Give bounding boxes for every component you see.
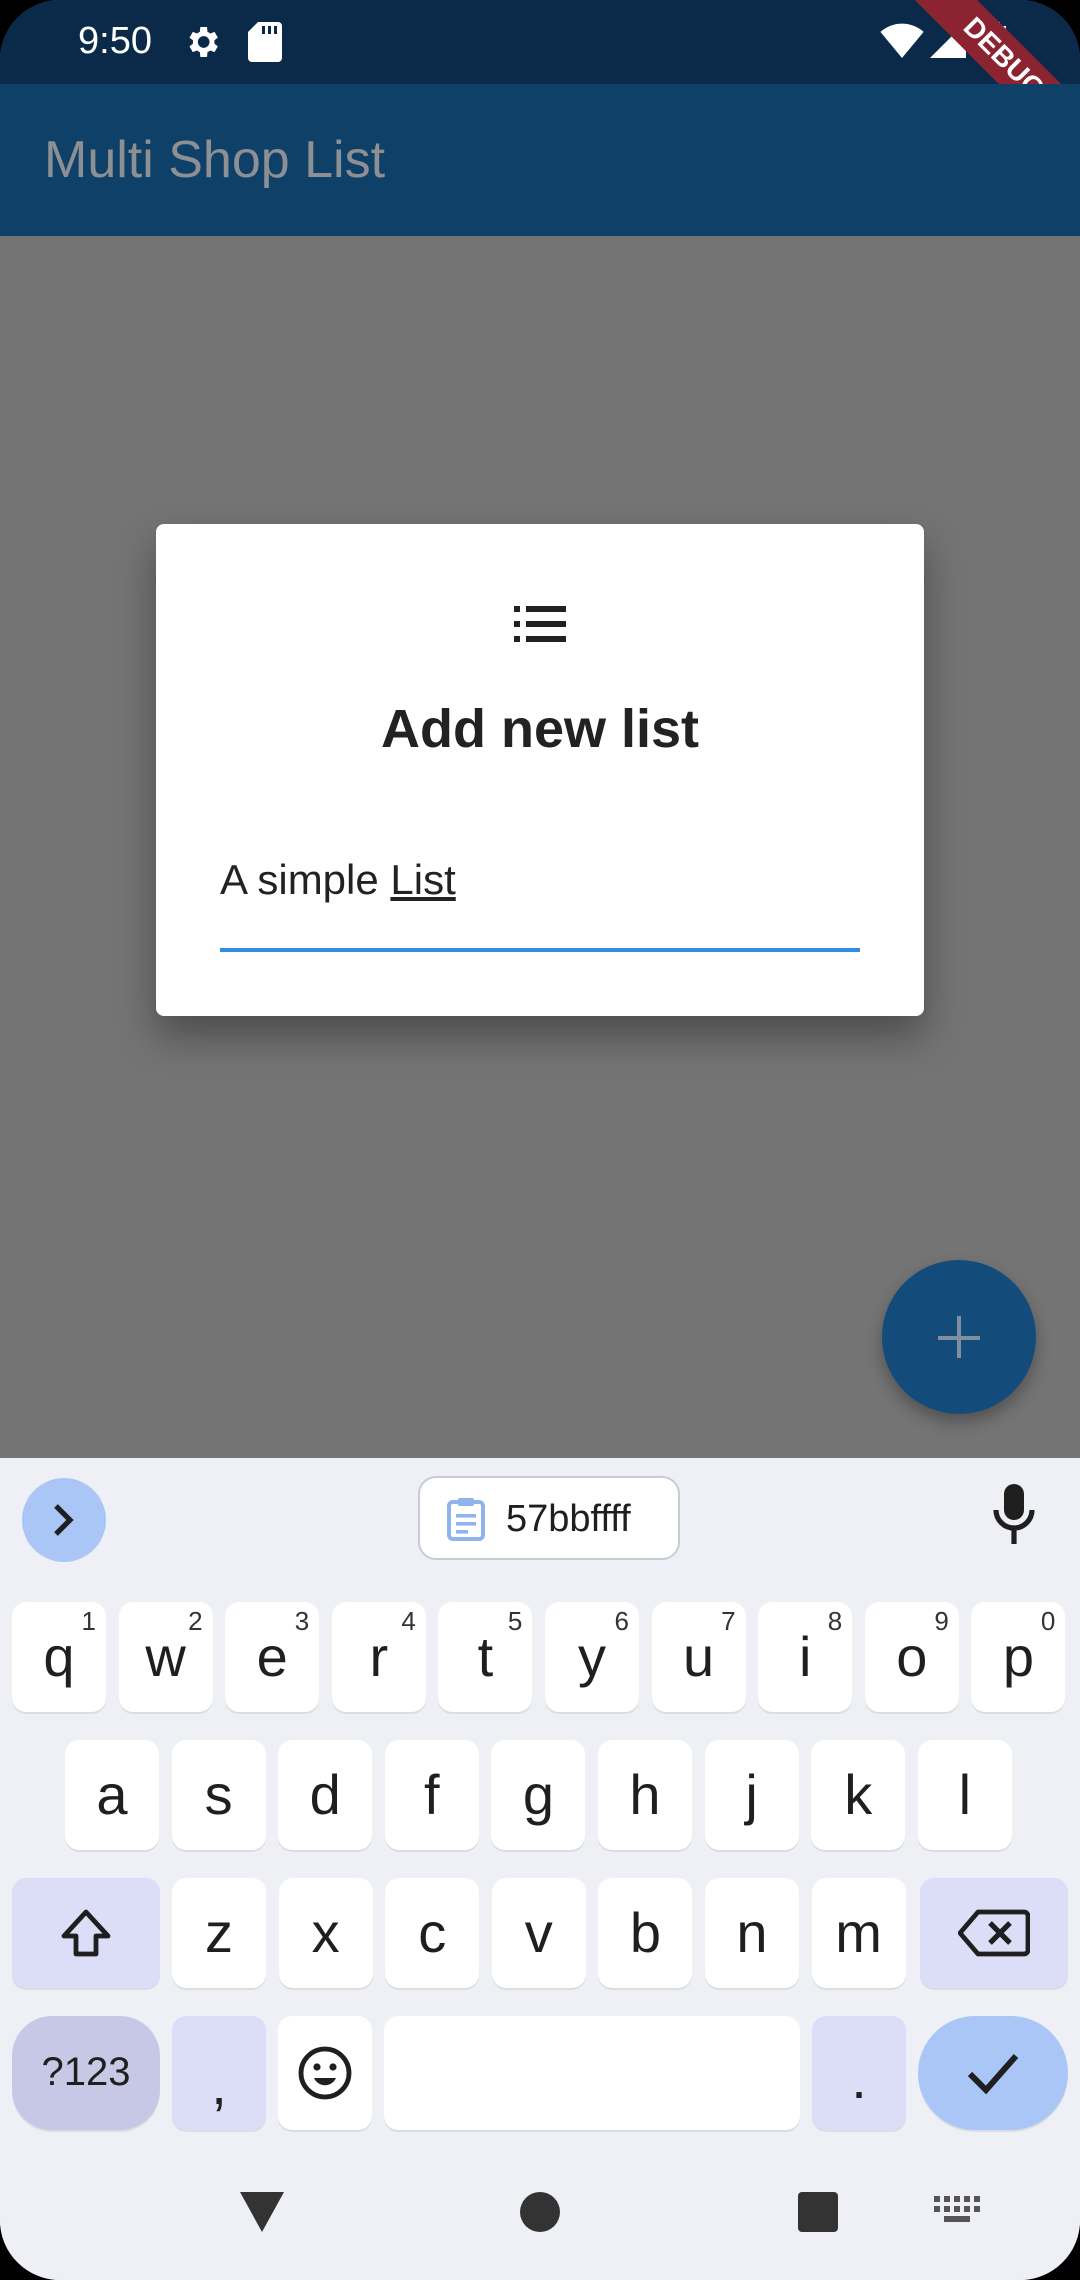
input-text-composing: List — [390, 856, 456, 903]
keyboard-expand-button[interactable] — [22, 1478, 106, 1562]
emoji-key[interactable] — [278, 2016, 372, 2130]
key-label: m — [835, 1901, 882, 1964]
key-h[interactable]: h — [598, 1740, 692, 1850]
key-label: g — [522, 1763, 554, 1826]
key-hint: 0 — [1040, 1606, 1056, 1636]
key-label: x — [311, 1901, 340, 1964]
key-e[interactable]: e3 — [225, 1602, 320, 1712]
shift-key[interactable] — [12, 1878, 160, 1988]
period-key-label: . — [851, 2047, 867, 2110]
clipboard-suggestion[interactable]: 57bbffff — [418, 1476, 680, 1560]
space-key[interactable] — [384, 2016, 800, 2130]
key-c[interactable]: c — [385, 1878, 480, 1988]
enter-key[interactable] — [918, 2016, 1068, 2130]
key-hint: 6 — [614, 1606, 629, 1636]
key-k[interactable]: k — [811, 1740, 906, 1850]
key-t[interactable]: t5 — [438, 1602, 533, 1712]
key-b[interactable]: b — [598, 1878, 693, 1988]
key-label: n — [736, 1901, 768, 1964]
key-l[interactable]: l — [917, 1740, 1012, 1850]
key-u[interactable]: u7 — [651, 1602, 746, 1712]
key-hint: 4 — [401, 1606, 416, 1636]
list-icon — [514, 606, 566, 642]
key-label: b — [629, 1901, 661, 1964]
key-g[interactable]: g — [491, 1740, 586, 1850]
add-list-fab[interactable] — [882, 1260, 1036, 1414]
add-list-dialog: Add new list A simple List — [156, 524, 924, 1016]
key-p[interactable]: p0 — [971, 1602, 1066, 1712]
key-r[interactable]: r4 — [331, 1602, 426, 1712]
back-icon[interactable] — [238, 2190, 286, 2234]
key-hint: 2 — [188, 1606, 203, 1636]
shift-icon — [61, 1909, 111, 1957]
key-label: j — [745, 1763, 758, 1826]
key-label: d — [309, 1763, 341, 1826]
key-label: f — [424, 1763, 440, 1826]
dialog-title: Add new list — [380, 699, 699, 759]
key-hint: 8 — [827, 1606, 843, 1636]
key-z[interactable]: z — [172, 1878, 266, 1988]
key-d[interactable]: d — [278, 1740, 373, 1850]
key-i[interactable]: i8 — [758, 1602, 853, 1712]
key-hint: 9 — [934, 1606, 949, 1636]
key-y[interactable]: y6 — [545, 1602, 639, 1712]
key-label: v — [524, 1901, 553, 1964]
key-q[interactable]: q1 — [12, 1602, 106, 1712]
key-label: k — [844, 1763, 873, 1826]
emoji-icon — [298, 2046, 352, 2100]
backspace-key[interactable] — [920, 1878, 1068, 1988]
keyboard-toolbar: 57bbffff — [0, 1458, 1080, 1578]
status-time: 9:50 — [78, 20, 152, 62]
screen: 9:50 DEBUG Multi Shop List Add new list … — [0, 0, 1080, 2280]
key-label: h — [629, 1763, 661, 1826]
key-hint: 7 — [721, 1606, 736, 1636]
home-icon[interactable] — [518, 2190, 562, 2234]
key-v[interactable]: v — [491, 1878, 586, 1988]
microphone-icon[interactable] — [990, 1482, 1038, 1548]
key-j[interactable]: j — [704, 1740, 799, 1850]
key-label: c — [418, 1901, 447, 1964]
key-n[interactable]: n — [705, 1878, 799, 1988]
list-name-input[interactable]: A simple List — [220, 856, 860, 916]
clipboard-text: 57bbffff — [506, 1498, 631, 1540]
symbols-key-label: ?123 — [41, 2050, 131, 2094]
key-x[interactable]: x — [278, 1878, 373, 1988]
key-label: l — [958, 1763, 972, 1826]
input-text-plain: A simple — [220, 856, 391, 903]
chevron-right-icon — [54, 1504, 74, 1536]
key-hint: 3 — [294, 1606, 310, 1636]
symbols-key[interactable]: ?123 — [12, 2016, 160, 2130]
backspace-icon — [958, 1909, 1030, 1957]
app-bar: Multi Shop List — [0, 84, 1080, 236]
recents-icon[interactable] — [798, 2192, 838, 2232]
key-hint: 5 — [507, 1606, 523, 1636]
key-hint: 1 — [81, 1606, 96, 1636]
input-text: A simple List — [220, 856, 456, 903]
period-key[interactable]: . — [812, 2016, 906, 2130]
key-m[interactable]: m — [811, 1878, 906, 1988]
comma-key-label: , — [211, 2053, 227, 2116]
sd-card-icon — [248, 22, 282, 62]
input-focus-underline — [220, 948, 860, 952]
keyboard-switch-icon[interactable] — [934, 2196, 980, 2226]
key-label: z — [205, 1901, 233, 1964]
settings-icon — [189, 27, 218, 57]
clipboard-icon — [447, 1498, 485, 1541]
wifi-icon — [880, 23, 924, 58]
key-s[interactable]: s — [171, 1740, 266, 1850]
key-label: a — [96, 1763, 128, 1826]
key-a[interactable]: a — [65, 1740, 159, 1850]
key-f[interactable]: f — [384, 1740, 479, 1850]
navigation-bar — [0, 2156, 1080, 2280]
key-w[interactable]: w2 — [118, 1602, 213, 1712]
comma-key[interactable]: , — [172, 2016, 266, 2130]
key-o[interactable]: o9 — [864, 1602, 959, 1712]
checkmark-icon — [967, 2054, 1019, 2095]
key-label: s — [204, 1763, 233, 1826]
app-title: Multi Shop List — [44, 131, 386, 189]
status-bar: 9:50 DEBUG — [0, 0, 1080, 173]
